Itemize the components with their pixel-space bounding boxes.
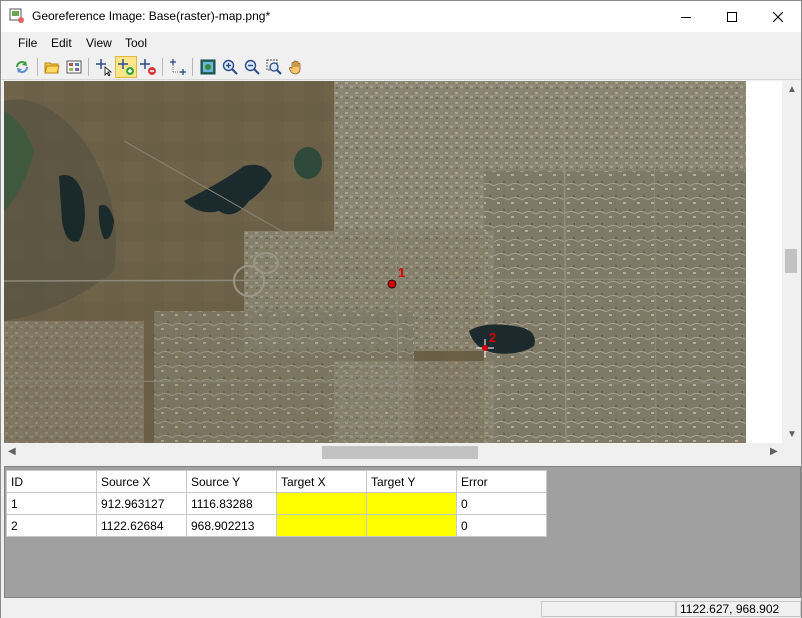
toolbar-separator: [88, 58, 89, 76]
open-raster-icon[interactable]: [63, 56, 85, 78]
vertical-scrollbar[interactable]: ▲ ▼: [782, 81, 801, 443]
cell-target-x[interactable]: [276, 492, 367, 515]
menu-edit[interactable]: Edit: [51, 36, 72, 50]
scroll-left-arrow-icon[interactable]: ◀: [8, 447, 16, 457]
cell-error[interactable]: 0: [456, 492, 547, 515]
select-point-icon[interactable]: [93, 56, 115, 78]
scroll-down-arrow-icon[interactable]: ▼: [787, 430, 797, 440]
toolbar-separator: [37, 58, 38, 76]
cell-target-x[interactable]: [276, 514, 367, 537]
map-canvas[interactable]: 1 2: [4, 81, 746, 443]
table-header-row: ID Source X Source Y Target X Target Y E…: [6, 470, 547, 493]
cell-target-y[interactable]: [366, 492, 457, 515]
georeference-window: Georeference Image: Base(raster)-map.png…: [0, 0, 802, 618]
col-id-header[interactable]: ID: [6, 470, 97, 493]
pan-hand-icon[interactable]: [285, 56, 307, 78]
zoom-in-icon[interactable]: [219, 56, 241, 78]
menu-tool[interactable]: Tool: [125, 36, 147, 50]
gcp-label-1: 1: [398, 265, 405, 280]
col-error-header[interactable]: Error: [456, 470, 547, 493]
cell-source-y[interactable]: 1116.83288: [186, 492, 277, 515]
full-extent-icon[interactable]: [197, 56, 219, 78]
cell-error[interactable]: 0: [456, 514, 547, 537]
col-source-y-header[interactable]: Source Y: [186, 470, 277, 493]
satellite-image: 1 2: [4, 81, 746, 443]
vertical-scroll-thumb[interactable]: [785, 249, 797, 273]
toolbar-separator: [192, 58, 193, 76]
cell-source-x[interactable]: 1122.62684: [96, 514, 187, 537]
toolbar: [1, 53, 801, 80]
col-target-y-header[interactable]: Target Y: [366, 470, 457, 493]
table-row[interactable]: 2 1122.62684 968.902213 0: [6, 514, 547, 537]
add-point-icon[interactable]: [115, 56, 137, 78]
menu-file[interactable]: File: [18, 36, 37, 50]
gcp-label-2: 2: [489, 330, 496, 345]
window-title: Georeference Image: Base(raster)-map.png…: [32, 9, 271, 23]
horizontal-scroll-thumb[interactable]: [322, 446, 478, 459]
gcp-table[interactable]: ID Source X Source Y Target X Target Y E…: [6, 470, 547, 537]
menu-bar: File Edit View Tool: [1, 32, 801, 53]
cell-source-y[interactable]: 968.902213: [186, 514, 277, 537]
open-folder-icon[interactable]: [41, 56, 63, 78]
status-bar: 1122.627, 968.902: [1, 599, 801, 618]
col-target-x-header[interactable]: Target X: [276, 470, 367, 493]
status-panel-empty: [541, 601, 676, 617]
minimize-button[interactable]: [663, 1, 709, 32]
cell-source-x[interactable]: 912.963127: [96, 492, 187, 515]
title-bar: Georeference Image: Base(raster)-map.png…: [1, 1, 801, 32]
canvas-empty-area: [746, 81, 782, 443]
maximize-button[interactable]: [709, 1, 755, 32]
close-button[interactable]: [755, 1, 801, 32]
horizontal-scrollbar[interactable]: ◀ ▶: [4, 443, 782, 462]
table-row[interactable]: 1 912.963127 1116.83288 0: [6, 492, 547, 515]
gcp-table-panel: ID Source X Source Y Target X Target Y E…: [4, 466, 801, 598]
menu-view[interactable]: View: [86, 36, 112, 50]
zoom-out-icon[interactable]: [241, 56, 263, 78]
status-coordinates: 1122.627, 968.902: [676, 601, 801, 617]
cell-id[interactable]: 2: [6, 514, 97, 537]
move-point-icon[interactable]: [167, 56, 189, 78]
scroll-up-arrow-icon[interactable]: ▲: [787, 85, 797, 95]
app-icon: [9, 8, 25, 24]
zoom-box-icon[interactable]: [263, 56, 285, 78]
refresh-icon[interactable]: [11, 56, 33, 78]
delete-point-icon[interactable]: [137, 56, 159, 78]
cell-id[interactable]: 1: [6, 492, 97, 515]
toolbar-separator: [162, 58, 163, 76]
col-source-x-header[interactable]: Source X: [96, 470, 187, 493]
cell-target-y[interactable]: [366, 514, 457, 537]
scroll-right-arrow-icon[interactable]: ▶: [770, 447, 778, 457]
